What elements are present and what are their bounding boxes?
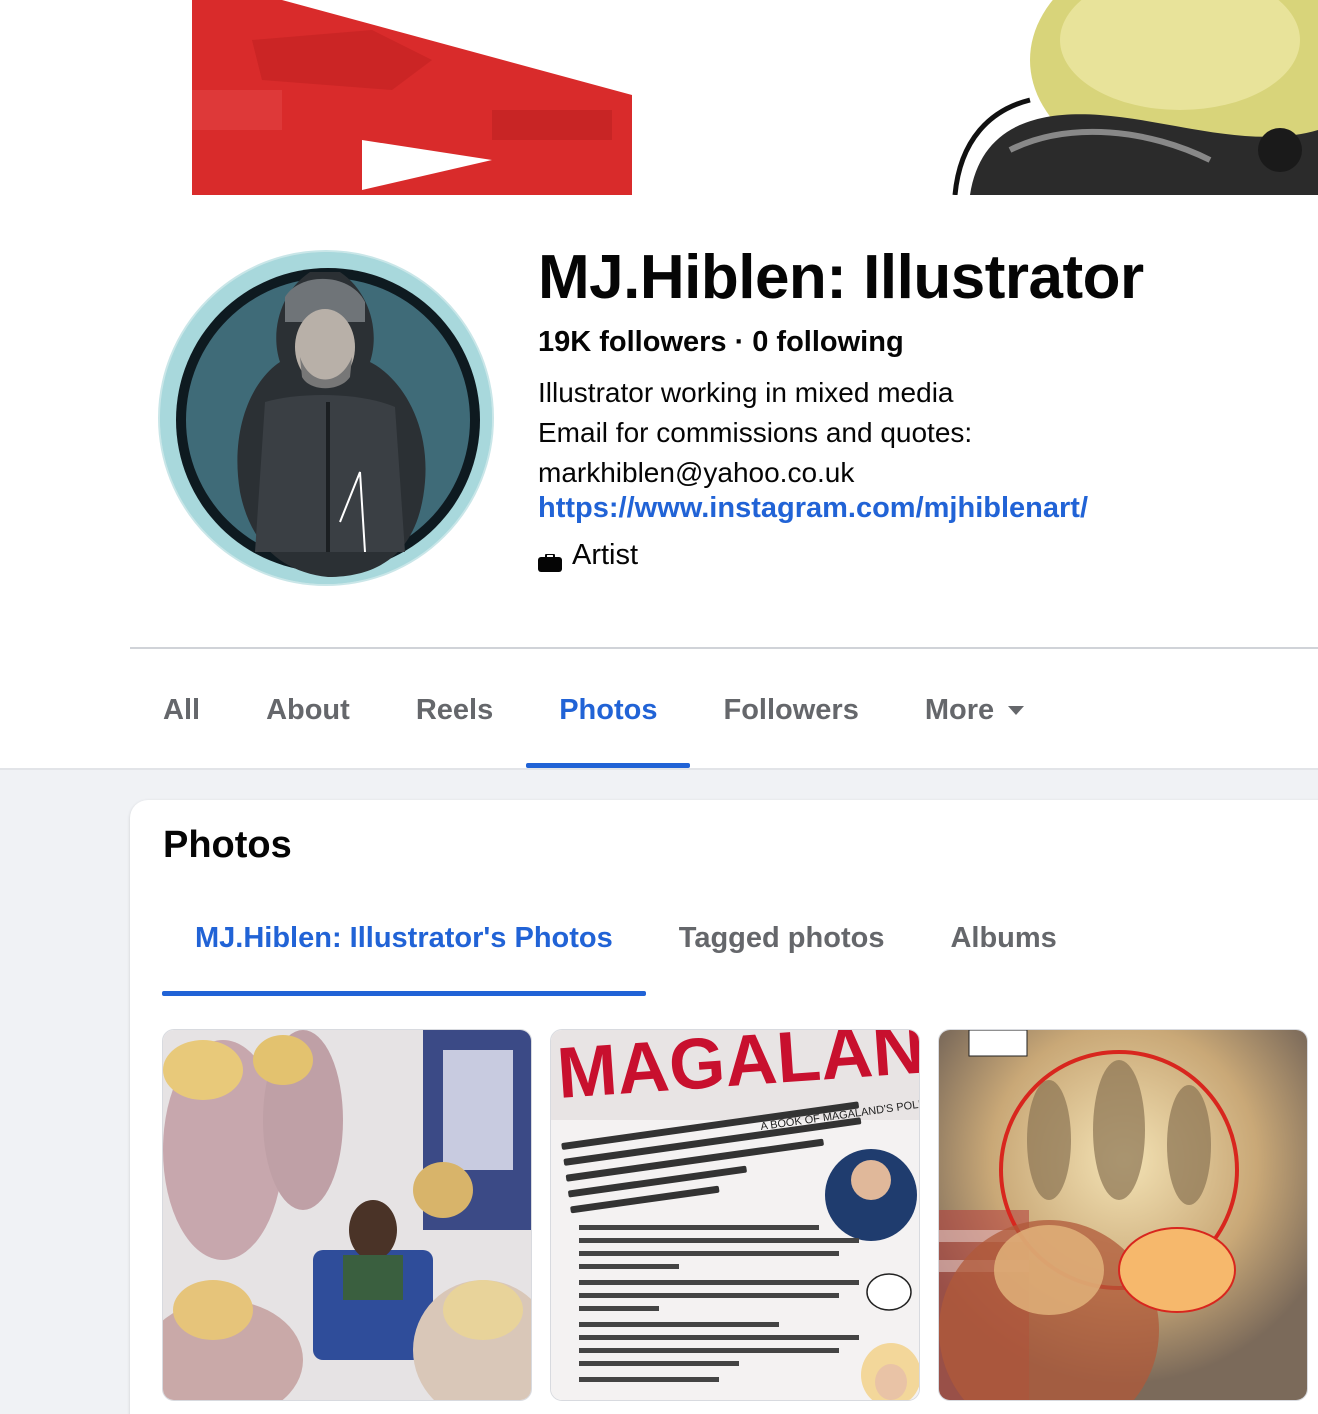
photos-card: Photos MJ.Hiblen: Illustrator's Photos T… — [130, 800, 1318, 1414]
photo-thumbnail-bus-illustration[interactable] — [162, 1029, 532, 1401]
tab-all[interactable]: All — [130, 660, 233, 760]
caret-down-icon — [1008, 705, 1025, 715]
tab-about[interactable]: About — [233, 660, 383, 760]
profile-tabs: All About Reels Photos Followers More — [130, 660, 1057, 770]
cover-illustration-figure — [950, 0, 1318, 195]
profile-bio: Illustrator working in mixed media Email… — [538, 373, 972, 493]
profile-avatar[interactable] — [158, 250, 494, 586]
photo-thumbnail-angels-illustration[interactable] — [938, 1029, 1308, 1401]
header-divider — [130, 647, 1318, 649]
cover-photo[interactable] — [0, 0, 1318, 195]
followers-link[interactable]: 19K followers — [538, 326, 727, 358]
following-link[interactable]: 0 following — [752, 326, 903, 358]
page-category: Artist — [538, 539, 638, 572]
photo-thumbnail-magaland-poster[interactable]: MAGALAND A BOOK OF MAGALAND'S POLITICAL … — [550, 1029, 920, 1401]
subtab-albums[interactable]: Albums — [917, 900, 1089, 976]
tab-followers[interactable]: Followers — [690, 660, 891, 760]
stats-separator: · — [734, 326, 745, 358]
subtab-tagged-photos[interactable]: Tagged photos — [646, 900, 918, 976]
category-label: Artist — [572, 539, 639, 571]
bio-line-3: markhiblen@yahoo.co.uk — [538, 457, 855, 488]
photos-section-title: Photos — [163, 824, 292, 866]
bio-line-1: Illustrator working in mixed media — [538, 377, 954, 408]
follow-stats: 19K followers · 0 following — [538, 326, 904, 359]
briefcase-icon — [538, 547, 562, 572]
profile-header: MJ.Hiblen: Illustrator 19K followers · 0 f… — [0, 0, 1318, 770]
tab-more[interactable]: More — [892, 660, 1057, 760]
photos-subtabs: MJ.Hiblen: Illustrator's Photos Tagged p… — [162, 900, 1090, 996]
tab-photos[interactable]: Photos — [526, 660, 691, 768]
bio-line-2: Email for commissions and quotes: — [538, 417, 973, 448]
tab-reels[interactable]: Reels — [383, 660, 526, 760]
header-bottom-border — [0, 768, 1318, 770]
subtab-own-photos[interactable]: MJ.Hiblen: Illustrator's Photos — [162, 900, 646, 996]
instagram-link[interactable]: https://www.instagram.com/mjhiblenart/ — [538, 492, 1088, 525]
cover-red-shape — [192, 0, 632, 195]
page-title: MJ.Hiblen: Illustrator — [538, 243, 1144, 312]
